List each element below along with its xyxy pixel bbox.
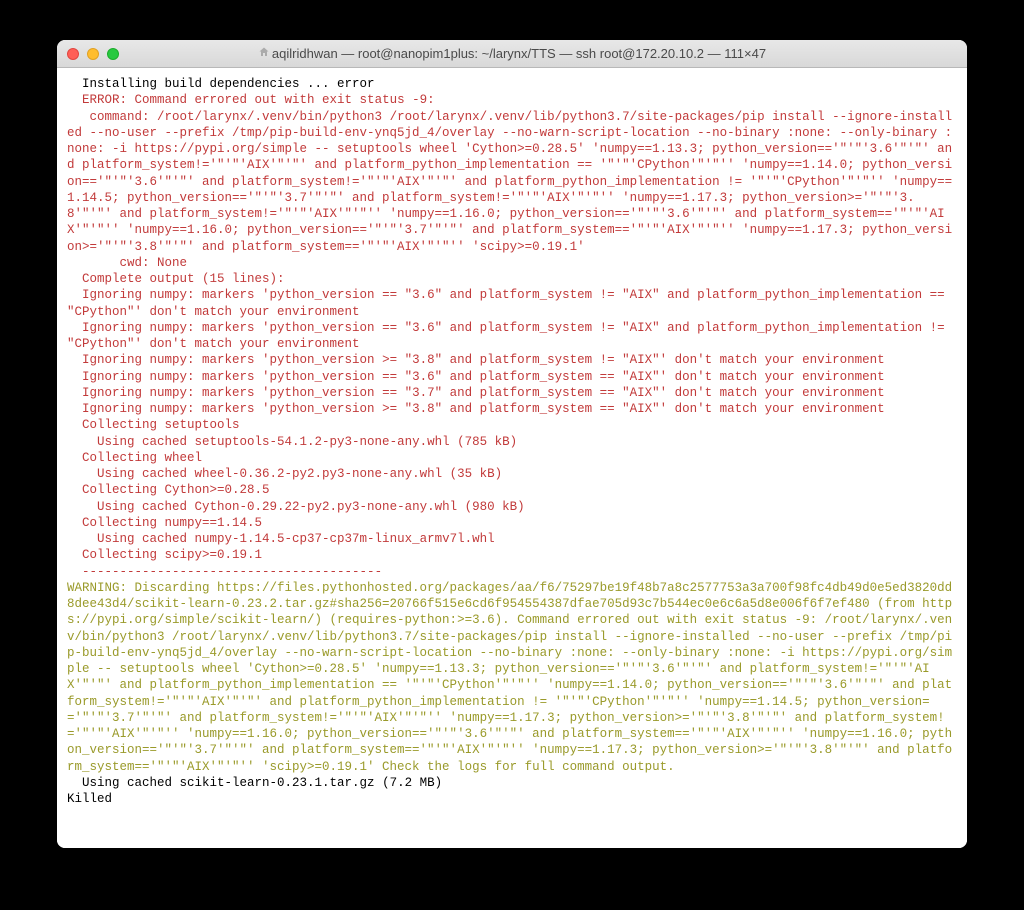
titlebar[interactable]: aqilridhwan — root@nanopim1plus: ~/laryn… xyxy=(57,40,967,68)
terminal-line: Collecting Cython>=0.28.5 xyxy=(67,482,957,498)
terminal-line: Using cached numpy-1.14.5-cp37-cp37m-lin… xyxy=(67,531,957,547)
window-title: aqilridhwan — root@nanopim1plus: ~/laryn… xyxy=(57,46,967,61)
terminal-line: Ignoring numpy: markers 'python_version … xyxy=(67,352,957,368)
terminal-line: Ignoring numpy: markers 'python_version … xyxy=(67,369,957,385)
terminal-line: ---------------------------------------- xyxy=(67,564,957,580)
terminal-line: Collecting wheel xyxy=(67,450,957,466)
maximize-icon[interactable] xyxy=(107,48,119,60)
terminal-line: Installing build dependencies ... error xyxy=(67,76,957,92)
terminal-line: Collecting numpy==1.14.5 xyxy=(67,515,957,531)
terminal-line: Complete output (15 lines): xyxy=(67,271,957,287)
close-icon[interactable] xyxy=(67,48,79,60)
minimize-icon[interactable] xyxy=(87,48,99,60)
terminal-window: aqilridhwan — root@nanopim1plus: ~/laryn… xyxy=(57,40,967,848)
terminal-line: ERROR: Command errored out with exit sta… xyxy=(67,92,957,108)
terminal-line: Ignoring numpy: markers 'python_version … xyxy=(67,401,957,417)
terminal-line: Ignoring numpy: markers 'python_version … xyxy=(67,320,957,353)
terminal-line: Ignoring numpy: markers 'python_version … xyxy=(67,287,957,320)
terminal-line: cwd: None xyxy=(67,255,957,271)
traffic-lights xyxy=(67,48,119,60)
terminal-line: Ignoring numpy: markers 'python_version … xyxy=(67,385,957,401)
terminal-line: command: /root/larynx/.venv/bin/python3 … xyxy=(67,109,957,255)
terminal-line: Using cached scikit-learn-0.23.1.tar.gz … xyxy=(67,775,957,791)
terminal-line: Using cached setuptools-54.1.2-py3-none-… xyxy=(67,434,957,450)
terminal-line: Using cached wheel-0.36.2-py2.py3-none-a… xyxy=(67,466,957,482)
terminal-line: Collecting scipy>=0.19.1 xyxy=(67,547,957,563)
home-icon xyxy=(258,46,270,61)
terminal-output[interactable]: Installing build dependencies ... error … xyxy=(57,68,967,848)
terminal-line: Collecting setuptools xyxy=(67,417,957,433)
title-text: aqilridhwan — root@nanopim1plus: ~/laryn… xyxy=(272,46,766,61)
terminal-line: Using cached Cython-0.29.22-py2.py3-none… xyxy=(67,499,957,515)
terminal-line: WARNING: Discarding https://files.python… xyxy=(67,580,957,775)
terminal-line: Killed xyxy=(67,791,957,807)
